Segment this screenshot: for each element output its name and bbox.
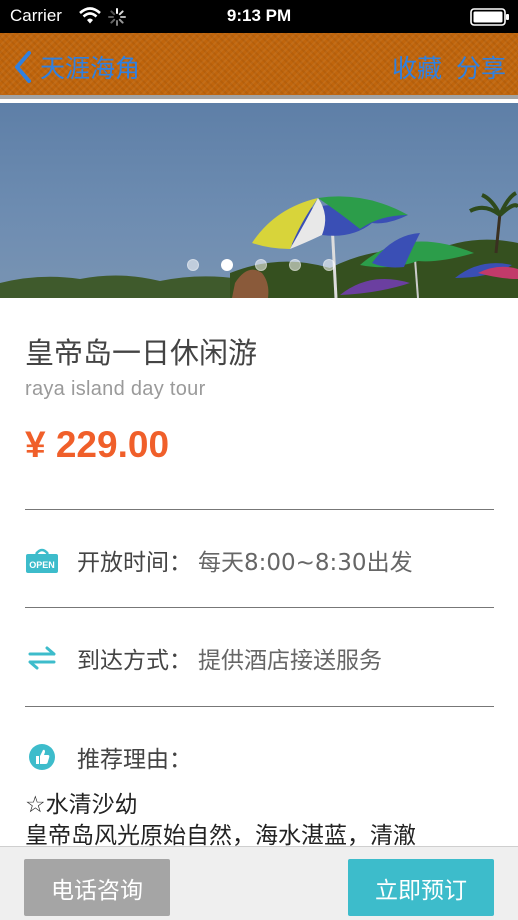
battery-icon bbox=[470, 8, 509, 26]
divider bbox=[25, 607, 494, 608]
carousel-page-indicator bbox=[0, 259, 518, 271]
status-time: 9:13 PM bbox=[226, 6, 292, 25]
share-button[interactable]: 分享 bbox=[456, 49, 506, 85]
back-button[interactable]: 天涯海角 bbox=[12, 47, 140, 87]
recommendation-line: ☆水清沙幼 bbox=[25, 792, 138, 818]
divider bbox=[25, 509, 494, 510]
open-badge-text: OPEN bbox=[29, 560, 55, 570]
carousel-dot[interactable] bbox=[289, 259, 301, 271]
product-title: 皇帝岛一日休闲游 bbox=[25, 336, 258, 370]
recommendation-row: 推荐理由： bbox=[25, 737, 494, 777]
open-sign-icon: OPEN bbox=[25, 543, 59, 577]
navigation-bar: 天涯海角 收藏 分享 bbox=[0, 33, 518, 99]
favorite-button[interactable]: 收藏 bbox=[392, 49, 442, 85]
product-subtitle: raya island day tour bbox=[25, 378, 206, 400]
hours-label: 开放时间： bbox=[77, 550, 192, 576]
carousel-dot[interactable] bbox=[323, 259, 335, 271]
bottom-action-bar: 电话咨询 立即预订 bbox=[0, 846, 518, 920]
phone-consult-button[interactable]: 电话咨询 bbox=[24, 859, 170, 916]
product-price: ¥ 229.00 bbox=[25, 424, 170, 465]
transport-label: 到达方式： bbox=[77, 648, 192, 674]
transfer-arrows-icon bbox=[25, 641, 59, 675]
recommendation-text: ☆水清沙幼 皇帝岛风光原始自然，海水湛蓝，清澈 bbox=[25, 790, 494, 852]
opening-hours-row: OPEN 开放时间： 每天8:00~8:30出发 bbox=[25, 540, 494, 580]
status-bar: Carrier 9:13 PM bbox=[0, 0, 518, 33]
thumbs-up-icon bbox=[25, 740, 59, 774]
hero-image-carousel[interactable] bbox=[0, 103, 518, 298]
hours-value: 每天8:00~8:30出发 bbox=[198, 550, 413, 576]
book-now-button[interactable]: 立即预订 bbox=[348, 859, 494, 916]
transport-value: 提供酒店接送服务 bbox=[198, 648, 382, 674]
transport-row: 到达方式： 提供酒店接送服务 bbox=[25, 638, 494, 678]
carousel-dot[interactable] bbox=[255, 259, 267, 271]
recommendation-label: 推荐理由： bbox=[77, 747, 192, 773]
nav-actions: 收藏 分享 bbox=[392, 47, 506, 87]
carousel-dot-active[interactable] bbox=[221, 259, 233, 271]
divider bbox=[25, 706, 494, 707]
carousel-dot[interactable] bbox=[187, 259, 199, 271]
back-button-label: 天涯海角 bbox=[40, 54, 141, 83]
chevron-left-icon bbox=[15, 51, 31, 83]
